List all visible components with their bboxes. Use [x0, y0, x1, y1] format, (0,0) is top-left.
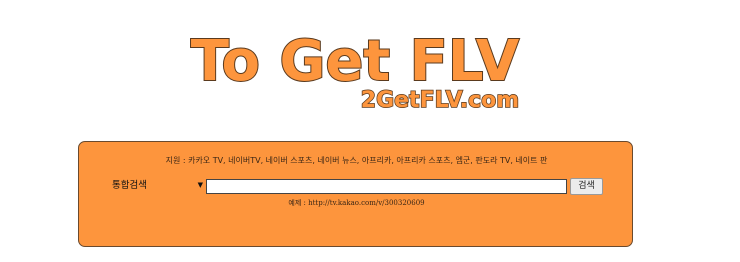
example-url-text: 예제 : http://tv.kakao.com/v/300320609 [288, 199, 425, 207]
search-button[interactable]: 검색 [570, 178, 603, 195]
logo-title: To Get FLV [191, 29, 520, 94]
search-panel: 지원 : 카카오 TV, 네이버TV, 네이버 스포츠, 네이버 뉴스, 아프리… [78, 141, 633, 247]
search-type-select[interactable]: 통합검색 ▼ [109, 179, 205, 193]
chevron-down-icon: ▼ [197, 181, 203, 189]
search-row: 통합검색 ▼ 검색 [109, 178, 609, 195]
url-input[interactable] [206, 179, 567, 194]
logo-subtitle: 2GetFLV.com [361, 88, 519, 113]
supported-sites-text: 지원 : 카카오 TV, 네이버TV, 네이버 스포츠, 네이버 뉴스, 아프리… [165, 156, 548, 165]
page: To Get FLV 2GetFLV.com 지원 : 카카오 TV, 네이버T… [0, 0, 740, 262]
site-logo-graphic: To Get FLV 2GetFLV.com [190, 28, 521, 114]
search-type-selected: 통합검색 [112, 180, 147, 191]
site-logo[interactable]: To Get FLV 2GetFLV.com [0, 0, 740, 120]
